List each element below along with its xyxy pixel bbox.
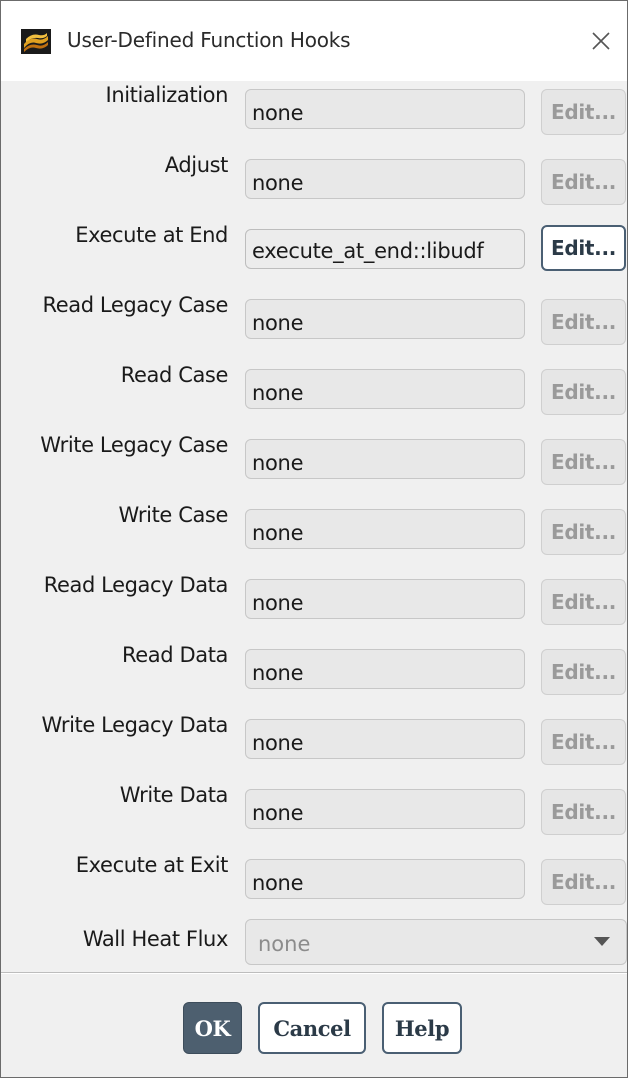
hook-label: Read Legacy Data <box>43 573 229 597</box>
hook-value-field: none <box>245 579 525 619</box>
hook-value-field: execute_at_end::libudf <box>245 229 525 269</box>
close-button[interactable] <box>583 23 619 59</box>
edit-button: Edit... <box>541 159 626 205</box>
hook-value-field: none <box>245 159 525 199</box>
close-icon <box>592 32 610 50</box>
edit-button: Edit... <box>541 719 626 765</box>
edit-button: Edit... <box>541 509 626 555</box>
hook-value-field: none <box>245 439 525 479</box>
edit-button[interactable]: Edit... <box>541 225 626 271</box>
edit-button: Edit... <box>541 299 626 345</box>
hook-value-field: none <box>245 299 525 339</box>
help-button[interactable]: Help <box>382 1002 462 1054</box>
hook-label: Initialization <box>105 83 229 107</box>
wall-heat-flux-dropdown[interactable]: none <box>245 919 627 965</box>
dropdown-value: none <box>258 932 311 956</box>
edit-button: Edit... <box>541 789 626 835</box>
hook-row-write-legacy-case: Write Legacy Case none Edit... <box>1 433 628 489</box>
hook-label: Wall Heat Flux <box>82 927 229 951</box>
hook-label: Adjust <box>164 153 229 177</box>
hook-value-field: none <box>245 369 525 409</box>
ansys-fluent-icon <box>21 29 51 54</box>
cancel-button[interactable]: Cancel <box>258 1002 366 1054</box>
hook-row-read-case: Read Case none Edit... <box>1 363 628 419</box>
hook-label: Write Legacy Case <box>40 433 228 457</box>
edit-button: Edit... <box>541 649 626 695</box>
hook-row-write-legacy-data: Write Legacy Data none Edit... <box>1 713 628 769</box>
hook-row-execute-at-exit: Execute at Exit none Edit... <box>1 853 628 909</box>
hook-row-initialization: Initialization none Edit... <box>1 83 628 139</box>
hook-label: Read Case <box>120 363 229 387</box>
hook-row-write-case: Write Case none Edit... <box>1 503 628 559</box>
hook-value-field: none <box>245 649 525 689</box>
title-bar: User-Defined Function Hooks <box>1 1 627 81</box>
window-title: User-Defined Function Hooks <box>67 28 351 52</box>
hook-label: Execute at Exit <box>75 853 229 877</box>
hook-value-field: none <box>245 789 525 829</box>
edit-button: Edit... <box>541 89 626 135</box>
hook-value-field: none <box>245 719 525 759</box>
edit-button: Edit... <box>541 369 626 415</box>
edit-button: Edit... <box>541 439 626 485</box>
hook-label: Read Data <box>122 643 228 667</box>
hook-row-write-data: Write Data none Edit... <box>1 783 628 839</box>
hook-value-field: none <box>245 509 525 549</box>
hook-value-field: none <box>245 859 525 899</box>
hook-row-read-data: Read Data none Edit... <box>1 643 628 699</box>
hook-row-read-legacy-data: Read Legacy Data none Edit... <box>1 573 628 629</box>
hook-label: Write Legacy Data <box>41 713 228 737</box>
edit-button: Edit... <box>541 859 626 905</box>
hook-label: Execute at End <box>75 223 228 247</box>
edit-button: Edit... <box>541 579 626 625</box>
hook-row-read-legacy-case: Read Legacy Case none Edit... <box>1 293 628 349</box>
divider <box>1 972 627 974</box>
ok-button[interactable]: OK <box>183 1002 242 1054</box>
udf-hooks-dialog: User-Defined Function Hooks Initializati… <box>0 0 628 1078</box>
hook-label: Write Data <box>119 783 229 807</box>
hook-row-execute-at-end: Execute at End execute_at_end::libudf Edit… <box>1 223 628 279</box>
hook-label: Write Case <box>118 503 228 527</box>
hook-row-adjust: Adjust none Edit... <box>1 153 628 209</box>
hook-label: Read Legacy Case <box>42 293 228 317</box>
chevron-down-icon <box>594 937 610 946</box>
hook-value-field: none <box>245 89 525 129</box>
